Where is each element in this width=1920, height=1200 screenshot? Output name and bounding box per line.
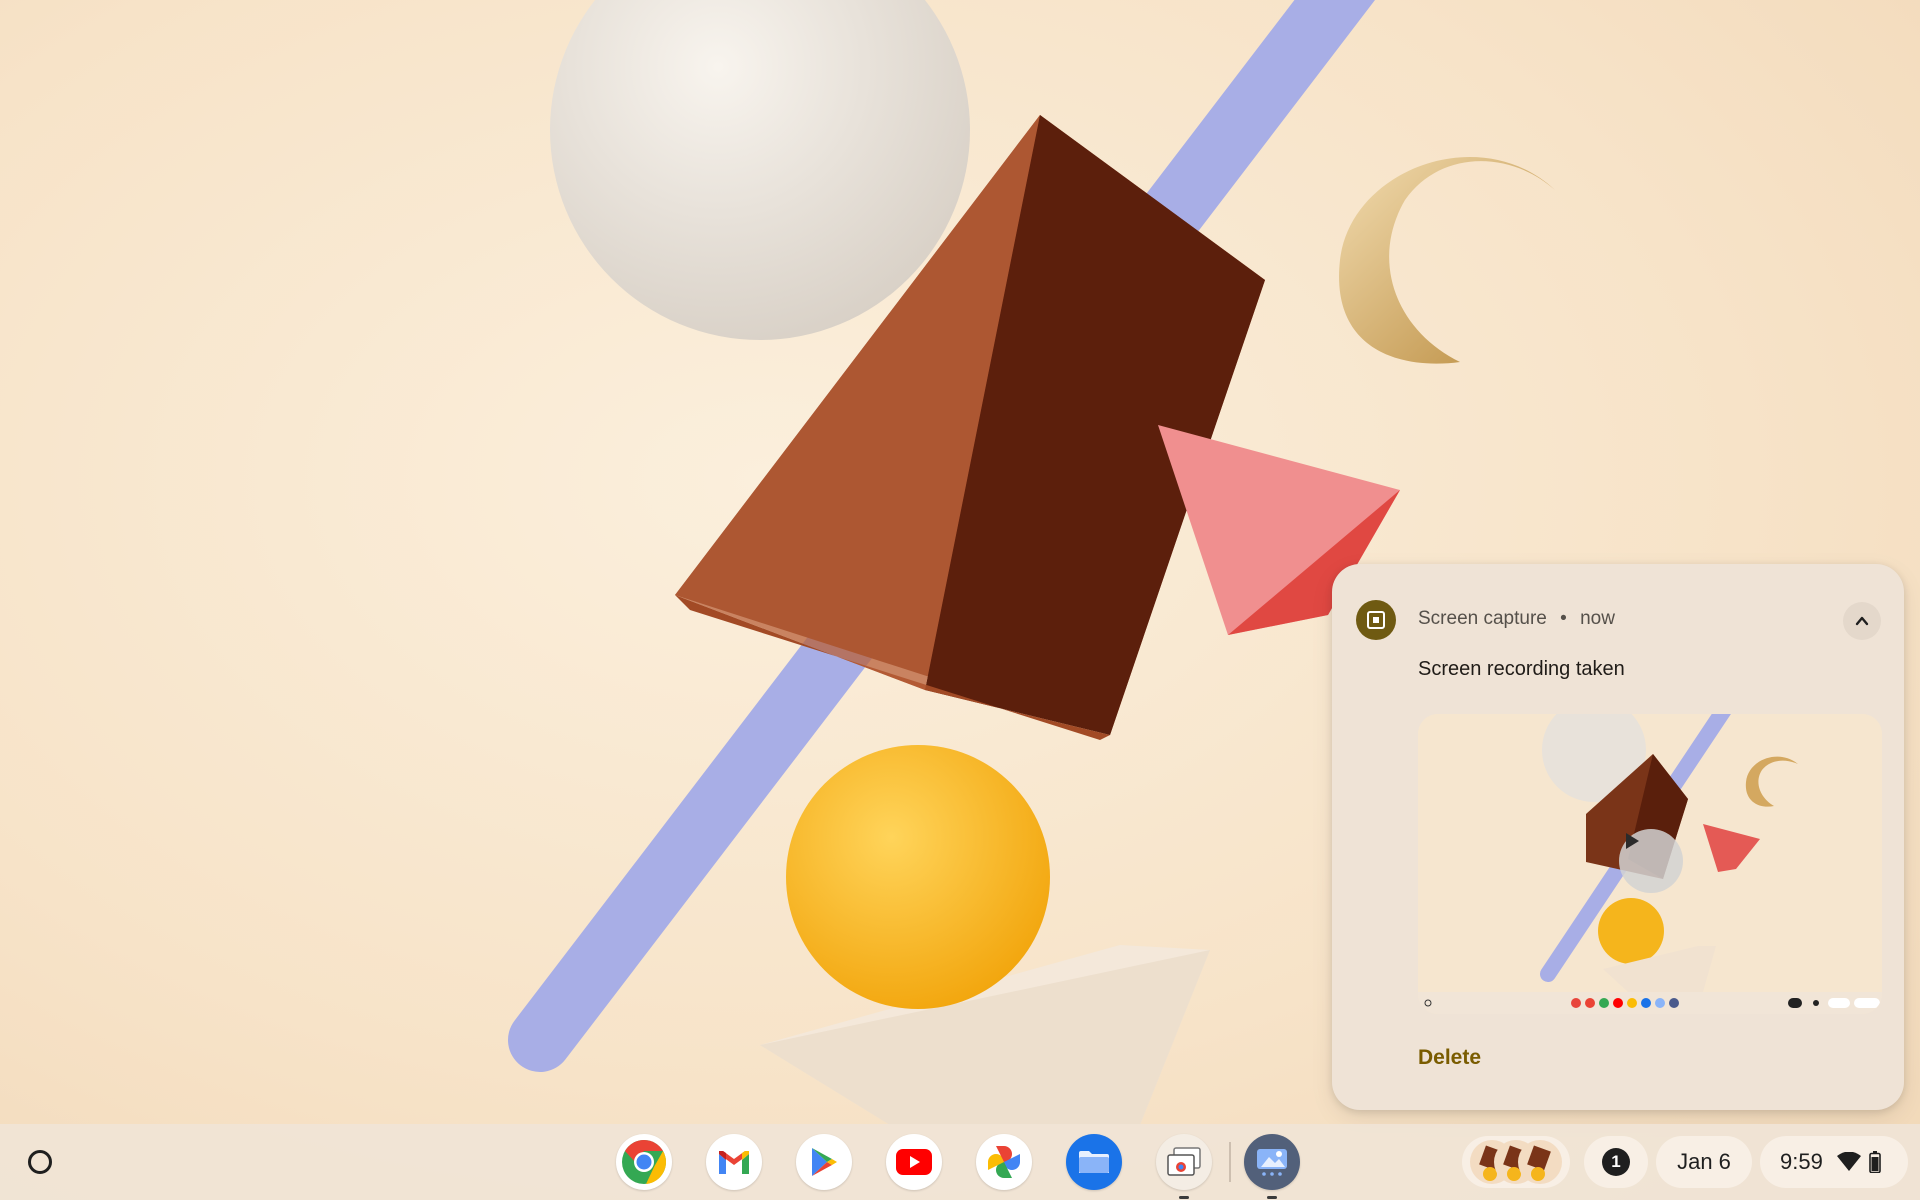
youtube-icon [896, 1149, 932, 1175]
clock-label: 9:59 [1780, 1149, 1823, 1174]
gallery-icon [1257, 1149, 1287, 1176]
chrome-icon [622, 1140, 667, 1184]
notification-count-badge: 1 [1602, 1148, 1630, 1176]
screen-capture-icon [1356, 600, 1396, 640]
launcher-icon [28, 1150, 52, 1174]
shelf-app-gmail[interactable] [706, 1134, 762, 1190]
shelf-app-gallery[interactable] [1244, 1134, 1300, 1199]
shelf-app-photos[interactable] [976, 1134, 1032, 1190]
shelf-app-chrome[interactable] [616, 1134, 672, 1190]
delete-recording-button[interactable]: Delete [1418, 1046, 1481, 1070]
notification-collapse-button[interactable] [1843, 602, 1881, 640]
recent-captures-thumbnails [1470, 1140, 1562, 1184]
shelf-app-play-store[interactable] [796, 1134, 852, 1190]
screen-capture-notification[interactable]: Screen capture • now Screen recording ta… [1332, 564, 1904, 1110]
play-store-icon [812, 1148, 837, 1176]
screen-capture-window-icon [1167, 1147, 1201, 1176]
photos-icon [988, 1146, 1020, 1178]
running-indicator [1179, 1196, 1189, 1199]
recording-preview-thumbnail[interactable] [1418, 714, 1882, 1014]
running-indicator [1267, 1196, 1277, 1199]
holding-space-tray[interactable] [1462, 1136, 1570, 1188]
notification-counter-button[interactable]: 1 [1584, 1136, 1648, 1188]
notification-header: Screen capture • now [1418, 608, 1615, 630]
play-recording-button[interactable] [1619, 829, 1683, 893]
files-icon [1079, 1151, 1109, 1173]
date-tray-button[interactable]: Jan 6 [1656, 1136, 1752, 1188]
notification-time: now [1580, 608, 1615, 629]
shelf-app-screen-capture-window[interactable] [1156, 1134, 1212, 1199]
shelf: 1 Jan 6 9:59 [0, 1124, 1920, 1200]
shelf-app-youtube[interactable] [886, 1134, 942, 1190]
battery-icon [1869, 1151, 1881, 1173]
notification-title: Screen recording taken [1418, 658, 1625, 680]
wifi-icon [1836, 1152, 1861, 1171]
launcher-button[interactable] [16, 1138, 64, 1186]
play-icon [1626, 833, 1639, 849]
chevron-up-icon [1855, 616, 1869, 626]
status-area-button[interactable]: 9:59 [1760, 1136, 1908, 1188]
gmail-icon [719, 1151, 749, 1174]
shelf-app-files[interactable] [1066, 1134, 1122, 1190]
shelf-divider [1229, 1142, 1231, 1182]
date-label: Jan 6 [1677, 1149, 1731, 1174]
notification-separator: • [1560, 608, 1567, 629]
notification-app-name: Screen capture [1418, 608, 1547, 629]
